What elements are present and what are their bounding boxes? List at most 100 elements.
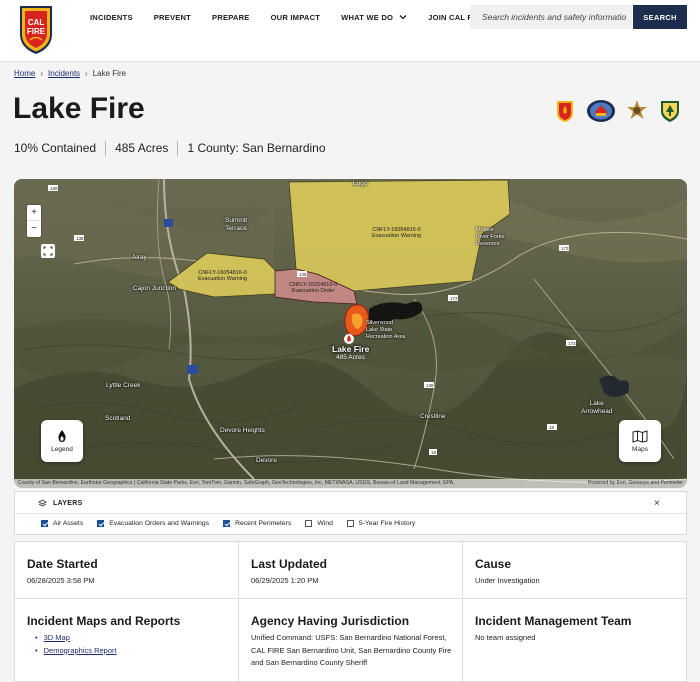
top-header: CAL FIRE INCIDENTS PREVENT PREPARE OUR I…	[0, 0, 700, 62]
route-138-label: 138	[50, 186, 58, 191]
jurisdiction-value: Unified Command: USFS: San Bernardino Na…	[251, 633, 452, 667]
place-scotland: Scotland	[105, 415, 131, 422]
breadcrumb-separator: ›	[40, 69, 44, 78]
svg-text:18: 18	[431, 450, 437, 455]
checkbox[interactable]	[305, 520, 313, 527]
cal-fire-seal-icon	[557, 101, 573, 122]
svg-text:138: 138	[76, 236, 84, 241]
list-item: 3D Map	[35, 632, 238, 645]
place-cajon-junction: Cajon Junction	[133, 285, 176, 292]
svg-text:CAL: CAL	[28, 18, 45, 27]
state-seal-icon	[587, 100, 615, 122]
fullscreen-button[interactable]	[41, 244, 55, 258]
3d-map-link[interactable]: 3D Map	[44, 633, 70, 642]
evac-order-zone-label: CNFLY-16054816-0 Evacuation Order	[289, 282, 338, 294]
breadcrumb-home[interactable]: Home	[14, 69, 35, 78]
breadcrumb-separator: ›	[85, 69, 88, 78]
team-value: No team assigned	[475, 633, 536, 642]
list-item: Demographics Report	[35, 645, 238, 658]
svg-text:FIRE: FIRE	[27, 27, 46, 36]
map-attribution: County of San Bernardino, Earthstar Geog…	[14, 479, 687, 488]
evac-warning-zone-1-label: CNFLY-16054816-0 Evacuation Warning	[372, 227, 422, 239]
layer-options: Air Assets Evacuation Orders and Warning…	[41, 520, 429, 527]
jurisdiction-cell: Agency Having Jurisdiction Unified Comma…	[239, 599, 462, 670]
nav-our-impact[interactable]: OUR IMPACT	[271, 11, 321, 23]
zoom-out-button[interactable]: −	[27, 221, 41, 237]
place-lyttle-creek: Lyttle Creek	[106, 382, 141, 389]
layers-header[interactable]: LAYERS ×	[15, 492, 686, 514]
date-started-label: Date Started	[27, 557, 98, 571]
containment-stat: 10% Contained	[14, 141, 97, 155]
nav-what-we-do[interactable]: WHAT WE DO	[341, 11, 407, 23]
team-label: Incident Management Team	[475, 614, 632, 628]
place-silverwood: Silverwood Lake State Recreation Area	[366, 320, 406, 340]
usfs-shield-icon	[661, 101, 679, 122]
legend-button[interactable]: Legend	[41, 420, 83, 462]
search-input[interactable]	[470, 5, 632, 29]
place-devore-heights: Devore Heights	[220, 427, 265, 434]
svg-text:173: 173	[450, 296, 458, 301]
checkbox[interactable]	[97, 520, 105, 527]
svg-text:173: 173	[561, 246, 569, 251]
maps-reports-label: Incident Maps and Reports	[27, 614, 181, 628]
maps-button[interactable]: Maps	[619, 420, 661, 462]
layers-title: LAYERS	[53, 500, 83, 507]
map-powered-by: Powered by Esri, Genasys and Perimeter	[587, 480, 683, 486]
zoom-control: + −	[27, 205, 41, 237]
zoom-in-button[interactable]: +	[27, 205, 41, 221]
date-started-cell: Date Started 06/28/2025 3:58 PM	[15, 542, 238, 588]
cal-fire-logo[interactable]: CAL FIRE	[16, 4, 56, 56]
last-updated-cell: Last Updated 06/29/2025 1:20 PM	[239, 542, 462, 588]
svg-text:18: 18	[549, 425, 555, 430]
layer-wind[interactable]: Wind	[305, 520, 333, 527]
place-crestline: Crestline	[420, 413, 446, 420]
evac-warning-zone-2-label: CNFLY-16054816-0 Evacuation Warning	[198, 270, 248, 282]
breadcrumb-incidents[interactable]: Incidents	[48, 69, 80, 78]
maps-reports-cell: Incident Maps and Reports 3D Map Demogra…	[15, 599, 238, 657]
layers-icon	[38, 499, 47, 507]
svg-text:138: 138	[299, 272, 307, 277]
cause-label: Cause	[475, 557, 512, 571]
last-updated-label: Last Updated	[251, 557, 328, 571]
checkbox[interactable]	[346, 520, 354, 527]
layers-panel: LAYERS × Air Assets Evacuation Orders an…	[14, 491, 687, 535]
main-nav: INCIDENTS PREVENT PREPARE OUR IMPACT WHA…	[90, 11, 506, 23]
place-alray: Alray	[132, 254, 147, 261]
breadcrumb-current: Lake Fire	[92, 69, 127, 78]
place-summit-terrace: Summit Terrace	[225, 217, 248, 232]
place-lugo: Lugo	[353, 180, 368, 187]
agency-logos	[553, 99, 682, 123]
team-cell: Incident Management Team No team assigne…	[463, 599, 686, 645]
fire-acres-label: 485 Acres	[336, 354, 365, 361]
nav-incidents[interactable]: INCIDENTS	[90, 11, 133, 23]
map-terrain: 138 138 138 173 173 173 138 18 18	[14, 179, 687, 488]
checkbox[interactable]	[41, 520, 48, 527]
incident-details: Date Started 06/28/2025 3:58 PM Last Upd…	[14, 541, 687, 682]
jurisdiction-label: Agency Having Jurisdiction	[251, 614, 410, 628]
place-mojave: Mojave River Forks Reservoir	[476, 227, 505, 247]
county-stat: 1 County: San Bernardino	[177, 141, 334, 156]
acres-stat: 485 Acres	[105, 141, 177, 156]
fire-name-label[interactable]: Lake Fire	[332, 344, 369, 354]
sheriff-star-icon	[627, 100, 647, 119]
search-button[interactable]: SEARCH	[633, 5, 687, 29]
nav-prepare[interactable]: PREPARE	[212, 11, 250, 23]
checkbox[interactable]	[223, 520, 231, 527]
demographics-report-link[interactable]: Demographics Report	[44, 646, 117, 655]
layer-air-assets[interactable]: Air Assets	[41, 520, 83, 527]
last-updated-value: 06/29/2025 1:20 PM	[251, 576, 319, 585]
svg-text:138: 138	[426, 383, 434, 388]
place-devore: Devore	[256, 457, 277, 464]
layer-evacuation[interactable]: Evacuation Orders and Warnings	[97, 520, 209, 527]
incident-stats: 10% Contained 485 Acres 1 County: San Be…	[14, 141, 335, 156]
nav-prevent[interactable]: PREVENT	[154, 11, 191, 23]
map-icon	[632, 429, 648, 443]
svg-text:173: 173	[568, 341, 576, 346]
date-started-value: 06/28/2025 3:58 PM	[27, 576, 95, 585]
close-icon[interactable]: ×	[654, 498, 660, 509]
layer-recent-perimeters[interactable]: Recent Perimeters	[223, 520, 291, 527]
chevron-down-icon	[399, 15, 407, 20]
incident-map[interactable]: 138 138 138 173 173 173 138 18 18 Lugo S…	[14, 179, 687, 488]
place-lake-arrowhead: Lake Arrowhead	[581, 400, 613, 415]
layer-fire-history[interactable]: 5-Year Fire History	[346, 520, 415, 527]
